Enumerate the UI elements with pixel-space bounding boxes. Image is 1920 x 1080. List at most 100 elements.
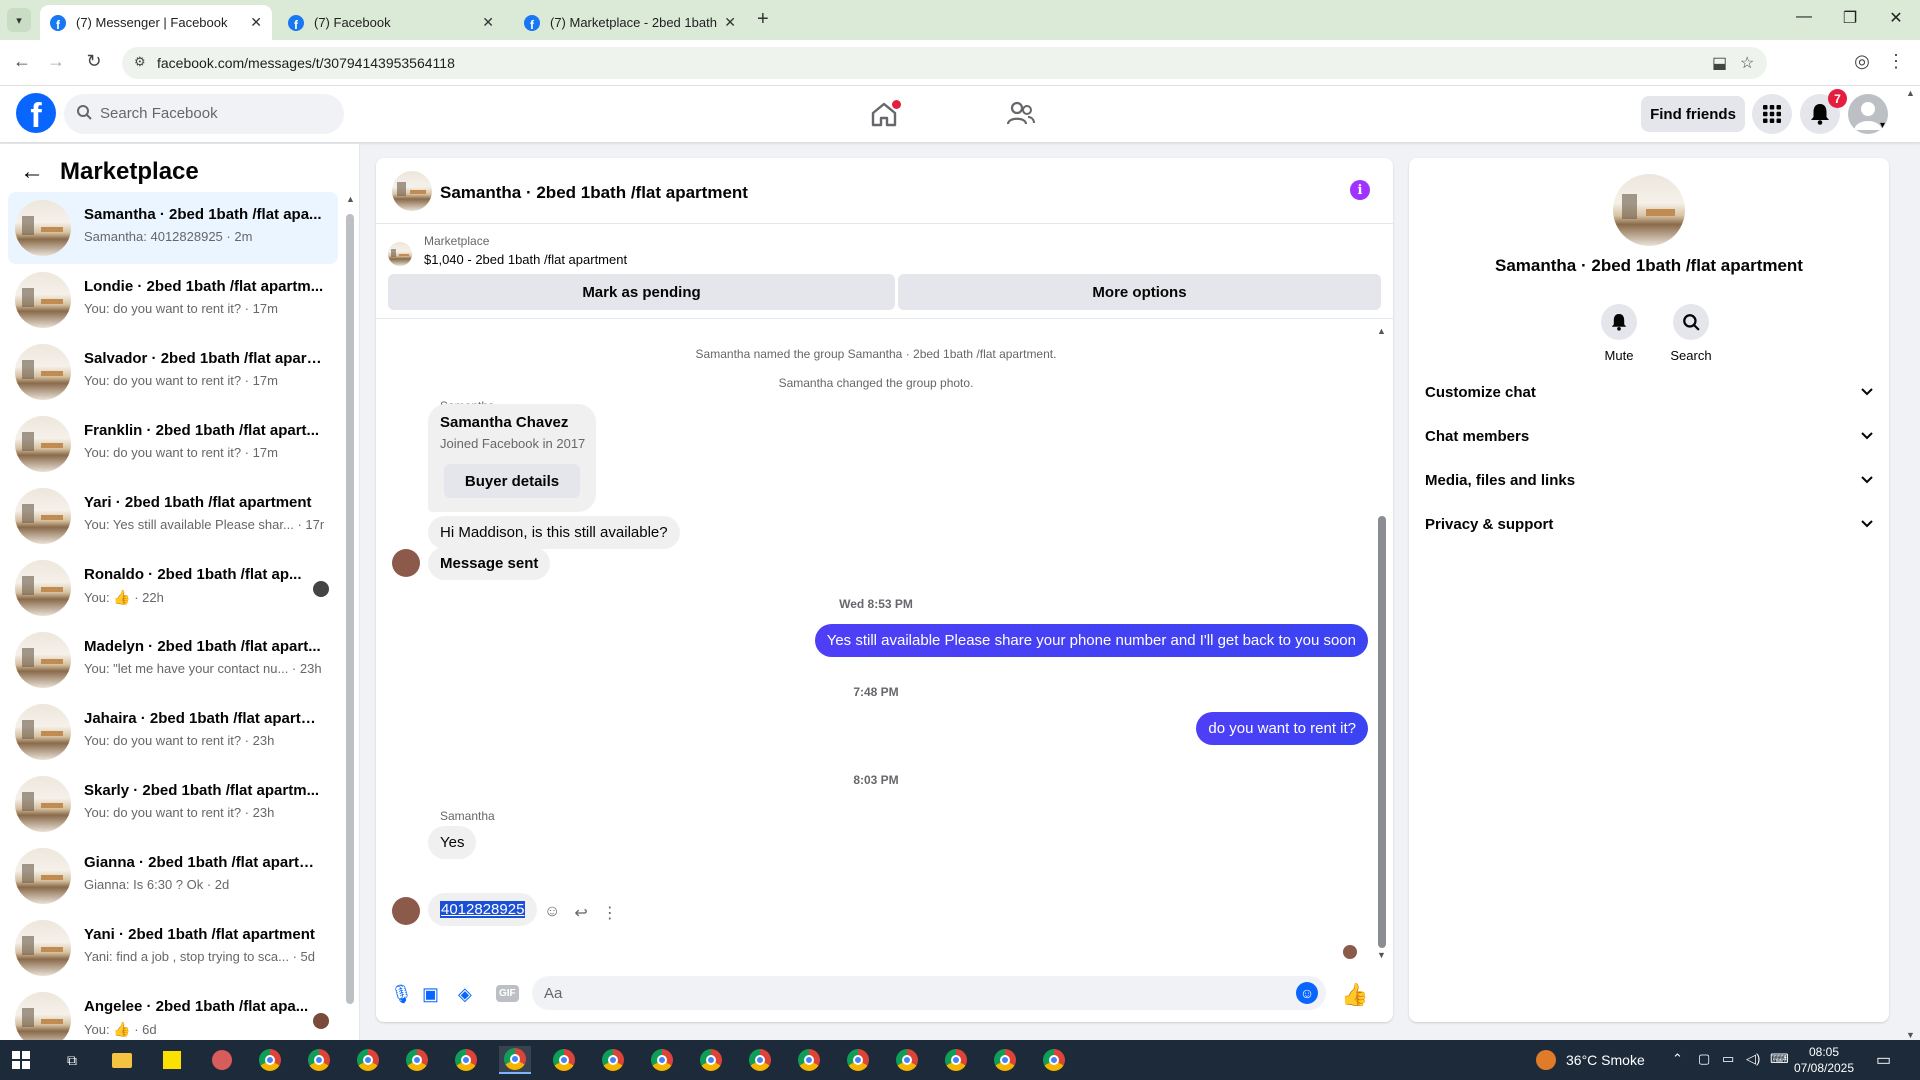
page-scroll-up-arrow[interactable]: ▲ <box>1906 88 1915 98</box>
incoming-message[interactable]: 4012828925 <box>428 893 538 926</box>
conversation-item[interactable]: Skarly · 2bed 1bath /flat apartm... You:… <box>8 768 338 840</box>
media-files-links-row[interactable]: Media, files and links <box>1425 460 1875 504</box>
menu-grid-button[interactable] <box>1752 94 1792 134</box>
conversation-item[interactable]: Samantha · 2bed 1bath /flat apa... Saman… <box>8 192 338 264</box>
facebook-search-input[interactable]: Search Facebook <box>64 94 344 134</box>
sticky-notes-icon[interactable] <box>156 1046 188 1074</box>
conversation-item[interactable]: Gianna · 2bed 1bath /flat apartm... Gian… <box>8 840 338 912</box>
app-icon[interactable] <box>206 1046 238 1074</box>
account-chevron-icon[interactable]: ▾ <box>1880 120 1885 131</box>
conversation-item[interactable]: Madelyn · 2bed 1bath /flat apart... You:… <box>8 624 338 696</box>
scroll-up-arrow[interactable]: ▲ <box>1377 326 1386 336</box>
file-explorer-icon[interactable] <box>106 1046 138 1074</box>
chrome-icon[interactable] <box>499 1046 531 1074</box>
tray-chevron-icon[interactable]: ⌃ <box>1672 1051 1683 1067</box>
reload-button[interactable]: ↻ <box>82 51 106 72</box>
browser-tab-facebook[interactable]: f (7) Facebook ✕ <box>278 5 504 40</box>
mark-as-pending-button[interactable]: Mark as pending <box>388 274 895 310</box>
chrome-icon[interactable] <box>793 1046 825 1074</box>
close-tab-icon[interactable]: ✕ <box>724 14 736 31</box>
chrome-icon[interactable] <box>842 1046 874 1074</box>
chrome-icon[interactable] <box>891 1046 923 1074</box>
conversation-item[interactable]: Londie · 2bed 1bath /flat apartm... You:… <box>8 264 338 336</box>
phone-number-text[interactable]: 4012828925 <box>440 901 526 918</box>
message-input[interactable]: Aa ☺ <box>532 976 1326 1010</box>
install-app-icon[interactable]: ⬓ <box>1712 53 1727 73</box>
system-clock[interactable]: 08:05 07/08/2025 <box>1784 1044 1864 1076</box>
chrome-icon[interactable] <box>352 1046 384 1074</box>
browser-tab-messenger[interactable]: f (7) Messenger | Facebook ✕ <box>40 5 272 40</box>
sender-avatar[interactable] <box>392 549 420 577</box>
chrome-icon[interactable] <box>646 1046 678 1074</box>
close-tab-icon[interactable]: ✕ <box>482 14 494 31</box>
emoji-icon[interactable]: ☺ <box>1296 982 1318 1004</box>
tab-search-button[interactable]: ▾ <box>7 8 31 32</box>
site-info-icon[interactable]: ⚙ <box>134 54 146 70</box>
address-bar[interactable]: ⚙ facebook.com/messages/t/30794143953564… <box>122 47 1767 79</box>
mute-button[interactable]: Mute <box>1589 304 1649 363</box>
tray-device-icon[interactable]: ▢ <box>1698 1051 1710 1067</box>
react-emoji-icon[interactable]: ☺ <box>544 903 560 923</box>
action-center-icon[interactable]: ▭ <box>1876 1050 1891 1070</box>
new-tab-button[interactable]: + <box>757 8 769 31</box>
gif-icon[interactable]: GIF <box>496 985 519 1002</box>
sticker-icon[interactable]: ◈ <box>458 984 472 1005</box>
chrome-icon[interactable] <box>303 1046 335 1074</box>
volume-icon[interactable]: ◁) <box>1746 1051 1760 1067</box>
friends-icon[interactable] <box>1005 98 1037 130</box>
customize-chat-row[interactable]: Customize chat <box>1425 372 1875 416</box>
conversation-item[interactable]: Ronaldo · 2bed 1bath /flat ap... You: 👍 … <box>8 552 338 624</box>
restore-button[interactable]: ❐ <box>1838 8 1862 28</box>
chrome-icon[interactable] <box>597 1046 629 1074</box>
chat-thumbnail[interactable] <box>392 171 432 211</box>
listing-summary[interactable]: Marketplace $1,040 - 2bed 1bath /flat ap… <box>388 232 1378 272</box>
chrome-icon[interactable] <box>940 1046 972 1074</box>
conversation-item[interactable]: Yari · 2bed 1bath /flat apartment You: Y… <box>8 480 338 552</box>
close-window-button[interactable]: ✕ <box>1884 8 1908 28</box>
weather-icon[interactable] <box>1536 1050 1556 1070</box>
sidebar-scrollbar[interactable]: ▲ <box>346 194 355 1004</box>
windows-start-icon[interactable] <box>12 1051 30 1069</box>
chrome-icon[interactable] <box>1038 1046 1070 1074</box>
buyer-details-button[interactable]: Buyer details <box>444 464 580 498</box>
forward-button[interactable]: → <box>44 51 68 72</box>
scrollbar-thumb[interactable] <box>346 214 354 1004</box>
conversation-item[interactable]: Franklin · 2bed 1bath /flat apart... You… <box>8 408 338 480</box>
more-actions-icon[interactable]: ⋮ <box>602 903 618 923</box>
conversation-photo[interactable] <box>1613 174 1685 246</box>
close-tab-icon[interactable]: ✕ <box>250 14 262 31</box>
incoming-message[interactable]: Message sent <box>428 547 551 580</box>
profile-icon[interactable]: ◎ <box>1850 51 1874 72</box>
incoming-message[interactable]: Hi Maddison, is this still available? <box>428 516 680 549</box>
chrome-icon[interactable] <box>254 1046 286 1074</box>
conversation-item[interactable]: Yani · 2bed 1bath /flat apartment Yani: … <box>8 912 338 984</box>
browser-tab-marketplace[interactable]: f (7) Marketplace - 2bed 1bath /f ✕ <box>514 5 746 40</box>
incoming-message[interactable]: Yes <box>428 826 477 859</box>
sender-avatar[interactable] <box>392 897 420 925</box>
privacy-support-row[interactable]: Privacy & support <box>1425 504 1875 548</box>
outgoing-message[interactable]: do you want to rent it? <box>1196 712 1368 745</box>
outgoing-message[interactable]: Yes still available Please share your ph… <box>814 624 1368 657</box>
conversation-item[interactable]: Jahaira · 2bed 1bath /flat apartm... You… <box>8 696 338 768</box>
scroll-up-arrow[interactable]: ▲ <box>346 194 355 204</box>
info-icon[interactable]: i <box>1350 180 1370 200</box>
chrome-icon[interactable] <box>744 1046 776 1074</box>
chrome-icon[interactable] <box>695 1046 727 1074</box>
weather-text[interactable]: 36°C Smoke <box>1566 1052 1645 1068</box>
search-conversation-button[interactable]: Search <box>1661 304 1721 363</box>
browser-menu-icon[interactable]: ⋮ <box>1884 51 1908 72</box>
network-icon[interactable]: ▭ <box>1722 1051 1734 1067</box>
reply-icon[interactable]: ↩ <box>574 903 587 923</box>
conversation-item[interactable]: Angelee · 2bed 1bath /flat apa... You: 👍… <box>8 984 338 1040</box>
scrollbar-thumb[interactable] <box>1378 516 1386 948</box>
bookmark-star-icon[interactable]: ☆ <box>1740 53 1754 73</box>
microphone-icon[interactable]: 🎙 <box>390 984 413 1005</box>
chrome-icon[interactable] <box>989 1046 1021 1074</box>
photo-icon[interactable]: ▣ <box>422 984 439 1005</box>
conversation-item[interactable]: Salvador · 2bed 1bath /flat apart... You… <box>8 336 338 408</box>
back-arrow-icon[interactable]: ← <box>20 158 44 186</box>
minimize-button[interactable]: — <box>1792 8 1816 26</box>
page-scroll-down-arrow[interactable]: ▼ <box>1906 1030 1915 1040</box>
more-options-button[interactable]: More options <box>898 274 1381 310</box>
find-friends-button[interactable]: Find friends <box>1641 96 1745 132</box>
